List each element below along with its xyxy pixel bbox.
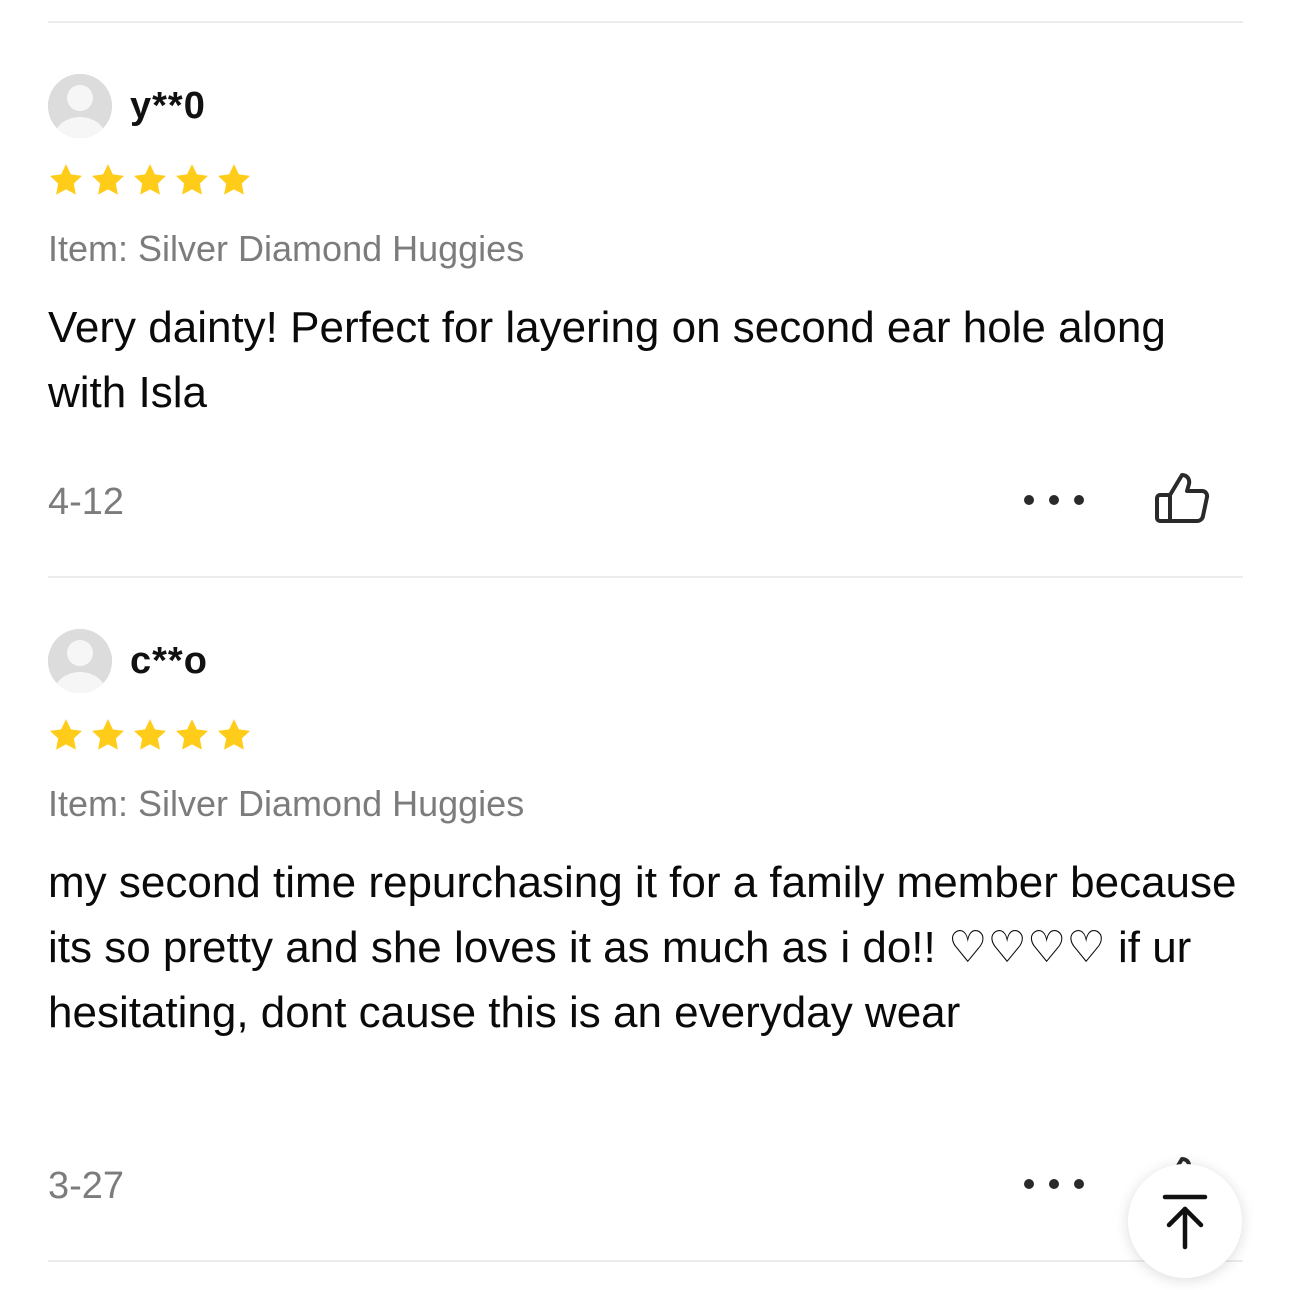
star-rating — [48, 718, 252, 752]
user-avatar-icon — [48, 74, 112, 138]
star-icon — [48, 163, 84, 197]
star-icon — [174, 163, 210, 197]
star-icon — [90, 163, 126, 197]
reviewer: c**o — [48, 628, 208, 694]
review-item-name: Item: Silver Diamond Huggies — [48, 228, 525, 269]
more-options-icon-dot — [1074, 1179, 1084, 1189]
more-options-icon — [1024, 495, 1034, 505]
star-icon — [132, 163, 168, 197]
more-options-button[interactable] — [1024, 1174, 1084, 1194]
reviews-page: y**0 Item: Silver Diamond Huggies Very d… — [0, 0, 1290, 1290]
back-to-top-button[interactable] — [1128, 1164, 1242, 1278]
star-icon — [90, 718, 126, 752]
more-options-icon-dot — [1074, 495, 1084, 505]
star-icon — [216, 163, 252, 197]
thumbs-up-icon — [1155, 473, 1210, 523]
star-icon — [48, 718, 84, 752]
review-text: Very dainty! Perfect for layering on sec… — [48, 303, 1166, 417]
review-date: 3-27 — [48, 1165, 125, 1207]
more-options-button[interactable] — [1024, 490, 1084, 510]
review-card: c**o Item: Silver Diamond Huggies my sec… — [48, 628, 1243, 1228]
divider — [48, 21, 1243, 23]
user-avatar-icon — [48, 629, 112, 693]
divider — [48, 1260, 1243, 1262]
star-icon — [132, 718, 168, 752]
reviewer: y**0 — [48, 73, 206, 139]
star-rating — [48, 163, 252, 197]
arrow-up-to-top-icon — [1162, 1194, 1208, 1250]
star-icon — [216, 718, 252, 752]
more-options-icon — [1024, 1179, 1034, 1189]
review-date: 4-12 — [48, 481, 125, 523]
more-options-icon-dot — [1049, 495, 1059, 505]
review-item-name: Item: Silver Diamond Huggies — [48, 783, 525, 824]
star-icon — [174, 718, 210, 752]
reviewer-username: c**o — [130, 640, 208, 682]
like-button[interactable] — [1152, 469, 1212, 529]
more-options-icon-dot — [1049, 1179, 1059, 1189]
review-text: my second time repurchasing it for a fam… — [48, 858, 1237, 1037]
review-card: y**0 Item: Silver Diamond Huggies Very d… — [48, 73, 1243, 543]
divider — [48, 576, 1243, 578]
reviewer-username: y**0 — [130, 85, 206, 127]
